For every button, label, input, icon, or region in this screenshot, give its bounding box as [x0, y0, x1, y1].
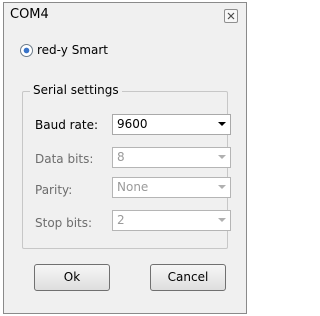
data-bits-label: Data bits:	[35, 152, 94, 166]
data-bits-dropdown: 8	[112, 147, 231, 168]
cancel-button[interactable]: Cancel	[150, 264, 226, 291]
serial-settings-legend: Serial settings	[30, 83, 122, 97]
baud-rate-value: 9600	[117, 117, 148, 131]
parity-value: None	[117, 180, 149, 194]
device-radio-option[interactable]: red-y Smart	[20, 42, 108, 58]
stop-bits-dropdown: 2	[112, 210, 231, 231]
window-title: COM4	[10, 7, 49, 22]
data-bits-value: 8	[117, 150, 125, 164]
device-radio-label: red-y Smart	[37, 43, 109, 57]
stop-bits-label: Stop bits:	[35, 216, 93, 230]
parity-label: Parity:	[35, 183, 73, 197]
baud-rate-dropdown[interactable]: 9600	[112, 114, 231, 135]
chevron-down-icon	[218, 185, 226, 189]
close-icon	[227, 12, 235, 20]
chevron-down-icon	[218, 122, 226, 126]
title-bar: COM4	[4, 3, 246, 30]
radio-selected-icon[interactable]	[20, 43, 33, 57]
chevron-down-icon	[218, 218, 226, 222]
stop-bits-value: 2	[117, 213, 125, 227]
chevron-down-icon	[218, 155, 226, 159]
baud-rate-label: Baud rate:	[35, 118, 99, 132]
close-button[interactable]	[224, 9, 238, 23]
parity-dropdown: None	[112, 177, 231, 198]
ok-button[interactable]: Ok	[34, 264, 110, 291]
